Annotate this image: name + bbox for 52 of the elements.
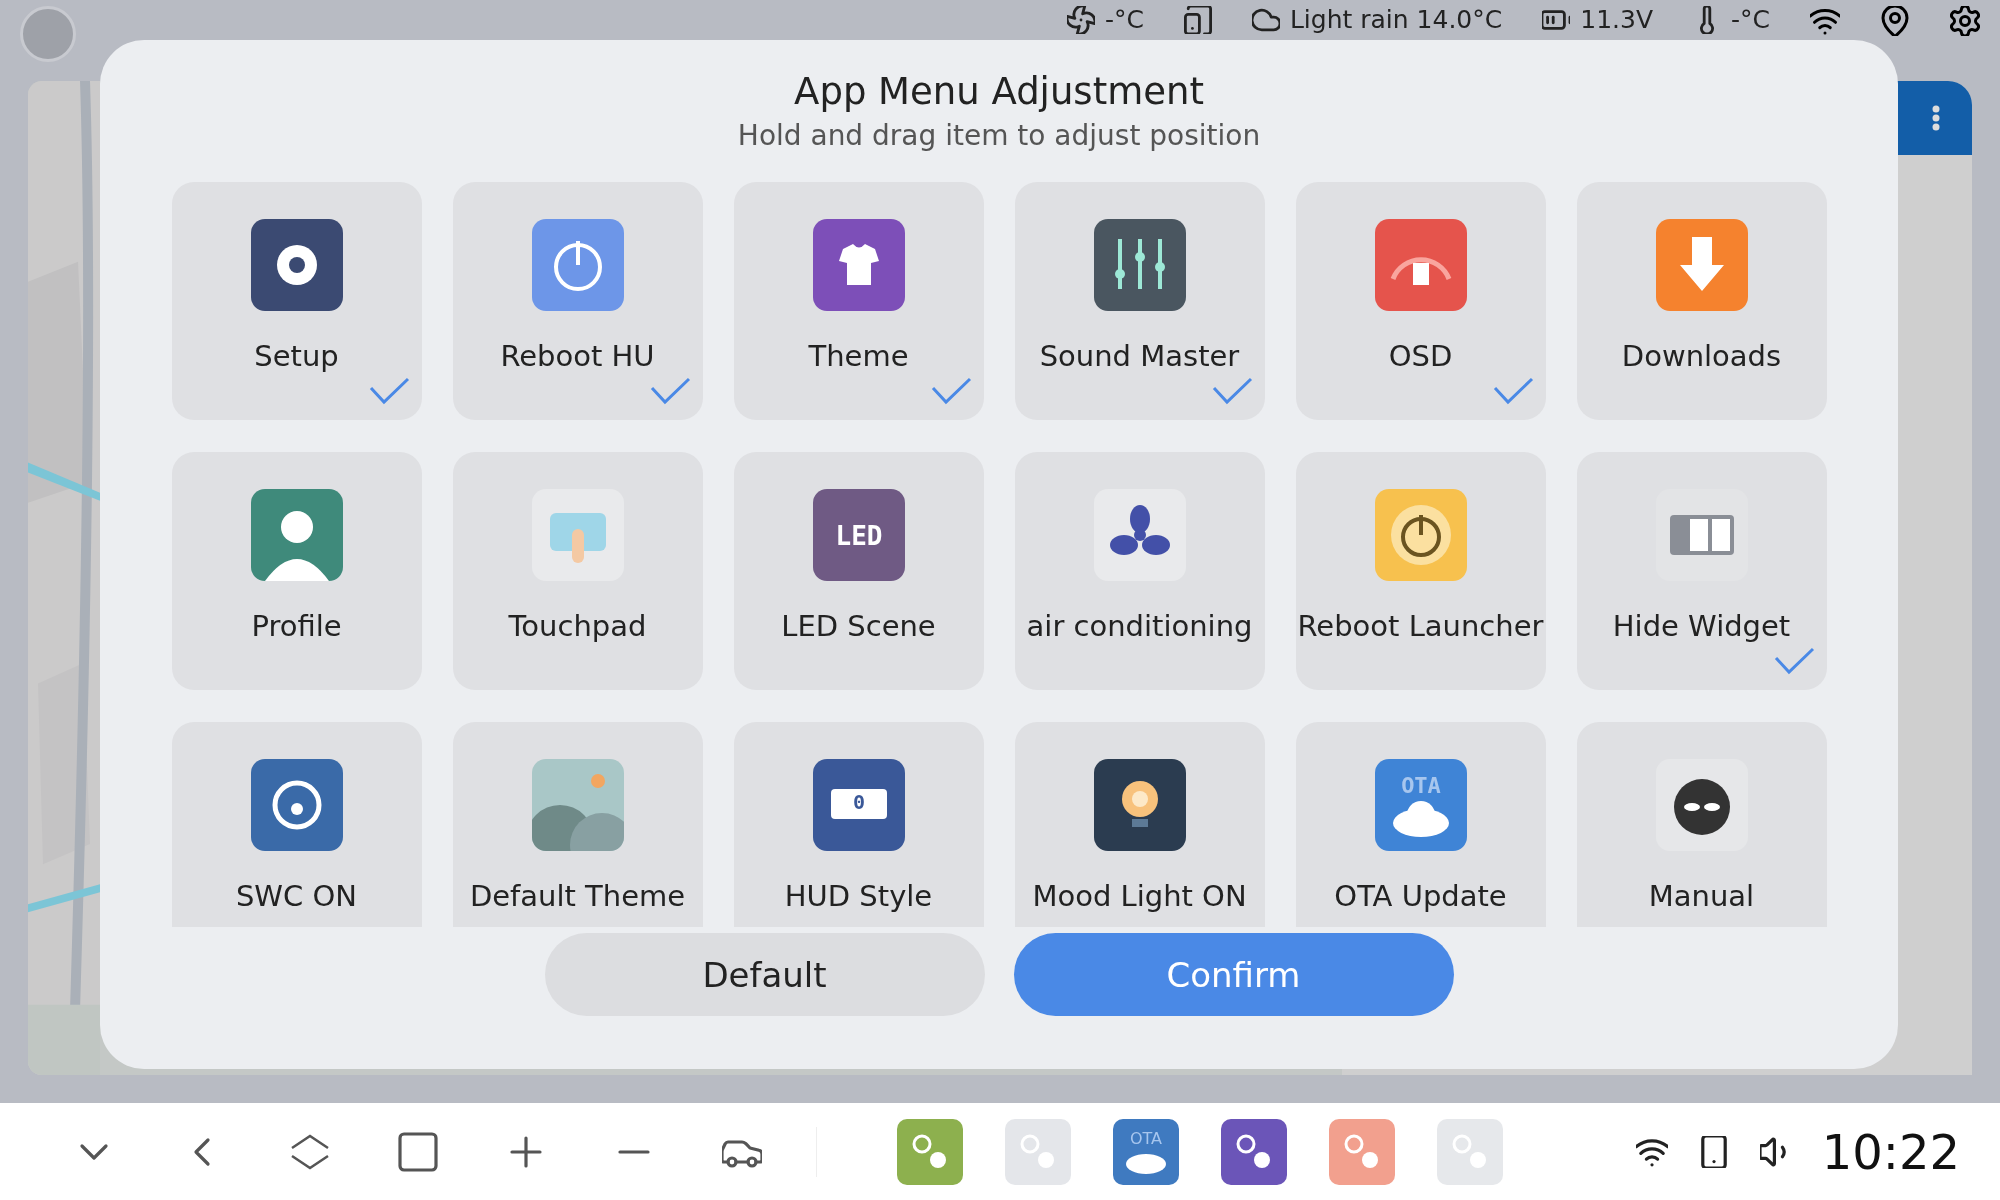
status-icon — [1066, 6, 1095, 34]
app-icon — [531, 489, 624, 581]
clock: 10:22 — [1821, 1123, 1960, 1180]
menu-tile[interactable]: Profile — [171, 452, 422, 690]
app-icon — [1655, 219, 1748, 311]
app-icon — [531, 759, 624, 851]
app-icon — [250, 759, 343, 851]
menu-tile[interactable]: Default Theme — [452, 722, 703, 927]
settings-icon[interactable] — [1950, 6, 1980, 36]
app-icon — [1374, 489, 1467, 581]
app-icon — [250, 219, 343, 311]
menu-tile[interactable]: OTA OTA Update — [1295, 722, 1546, 927]
status-text: -°C — [1731, 6, 1770, 34]
menu-tile[interactable]: OSD — [1295, 182, 1546, 420]
app-icon: OTA — [1374, 759, 1467, 851]
menu-tile[interactable]: Theme — [733, 182, 984, 420]
more-icon[interactable] — [1932, 105, 1940, 132]
app-shortcut[interactable] — [1221, 1118, 1287, 1185]
menu-tile[interactable]: Hide Widget — [1576, 452, 1827, 690]
status-icon — [1183, 6, 1212, 34]
app-icon — [1093, 759, 1186, 851]
app-icon: 0 — [812, 759, 905, 851]
menu-tile[interactable]: Reboot HU — [452, 182, 703, 420]
app-icon — [1093, 489, 1186, 581]
menu-tile[interactable]: Manual — [1576, 722, 1827, 927]
menu-tile[interactable]: SWC ON — [171, 722, 422, 927]
app-icon — [1374, 219, 1467, 311]
status-icon — [1251, 6, 1280, 34]
square-icon[interactable] — [398, 1131, 438, 1172]
app-icon — [812, 219, 905, 311]
default-button[interactable]: Default — [544, 933, 985, 1016]
status-text: -°C — [1104, 6, 1144, 34]
location-icon — [1880, 6, 1910, 36]
menu-tile[interactable]: Downloads — [1576, 182, 1827, 420]
app-icon — [531, 219, 624, 311]
dialog-subtitle: Hold and drag item to adjust position — [737, 119, 1261, 152]
app-icon — [1093, 219, 1186, 311]
menu-tile[interactable]: 0 HUD Style — [733, 722, 984, 927]
menu-tile[interactable]: Reboot Launcher — [1295, 452, 1546, 690]
app-icon: LED — [812, 489, 905, 581]
app-icon — [1655, 759, 1748, 851]
status-text: Light rain 14.0°C — [1289, 6, 1503, 34]
menu-tile[interactable]: air conditioning — [1014, 452, 1265, 690]
wifi-icon — [1810, 6, 1840, 36]
menu-tile[interactable]: Setup — [171, 182, 422, 420]
menu-tile[interactable]: LED LED Scene — [733, 452, 984, 690]
menu-tile[interactable]: Touchpad — [452, 452, 703, 690]
menu-tile[interactable]: Sound Master — [1014, 182, 1265, 420]
dialog-title: App Menu Adjustment — [794, 70, 1204, 113]
status-text: 11.3V — [1580, 6, 1653, 34]
app-icon — [250, 489, 343, 581]
menu-tile[interactable]: Mood Light ON — [1014, 722, 1265, 927]
